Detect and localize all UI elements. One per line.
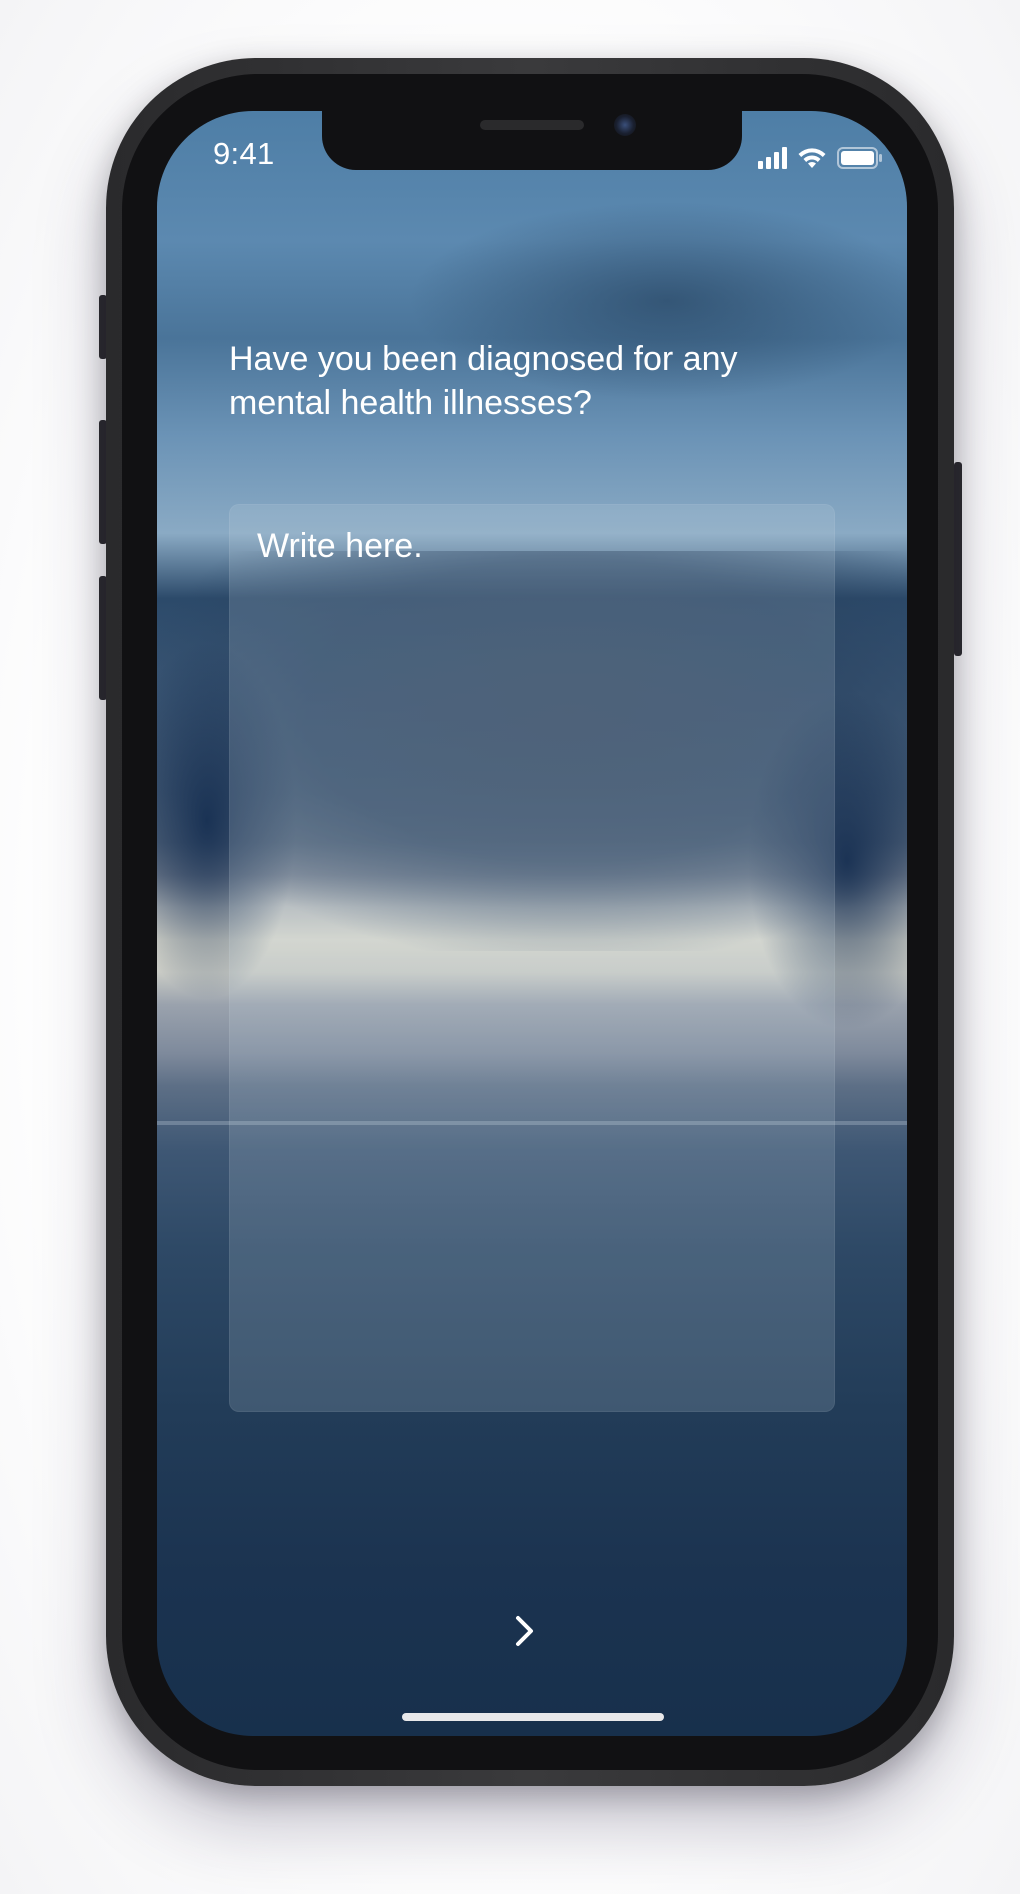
answer-text-input[interactable] bbox=[229, 504, 835, 1412]
status-icons bbox=[758, 143, 883, 169]
front-camera bbox=[614, 114, 636, 136]
status-time: 9:41 bbox=[213, 136, 275, 171]
wifi-icon bbox=[797, 147, 827, 169]
app-screen: 9:41 Have you been diagnosed for any men… bbox=[157, 111, 907, 1736]
next-button[interactable] bbox=[502, 1608, 548, 1654]
earpiece-speaker bbox=[480, 120, 584, 130]
question-text: Have you been diagnosed for any mental h… bbox=[229, 340, 738, 422]
power-button bbox=[954, 462, 962, 656]
cellular-signal-icon bbox=[758, 147, 787, 169]
home-indicator[interactable] bbox=[402, 1713, 664, 1721]
answer-box[interactable] bbox=[229, 504, 835, 1412]
mockup-stage: 9:41 Have you been diagnosed for any men… bbox=[0, 0, 1020, 1894]
chevron-right-icon bbox=[516, 1616, 533, 1646]
notch bbox=[322, 111, 742, 170]
battery-icon bbox=[837, 147, 883, 169]
